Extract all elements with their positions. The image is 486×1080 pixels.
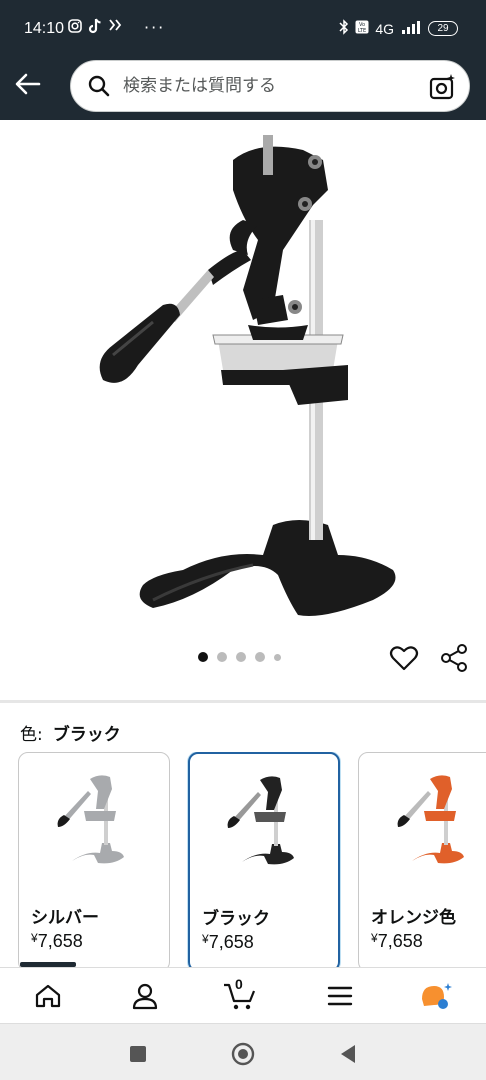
camera-search-icon[interactable] [429,73,457,101]
carousel-dot [236,652,246,662]
color-label-key: 色: [20,725,43,745]
image-carousel-indicator [198,652,281,662]
currency-symbol: ¥ [202,932,209,946]
menu-icon [327,986,353,1006]
variant-thumbnail [19,769,169,889]
section-divider [0,700,486,703]
carousel-dot [274,653,281,661]
nav-account[interactable] [125,978,165,1014]
currency-symbol: ¥ [31,931,38,945]
wishlist-button[interactable] [388,642,420,674]
app-header [0,58,486,120]
juicer-thumbnail [227,776,294,865]
volte-icon: Vo LTE [355,20,369,37]
status-time: 14:10 [24,20,65,37]
search-bar[interactable] [70,60,470,112]
variant-thumbnail [359,769,486,889]
triangle-back-icon [341,1045,355,1063]
variant-price: ¥7,658 [202,932,254,953]
price-value: 7,658 [208,932,254,952]
share-icon [441,644,467,672]
battery-icon: 29 [428,21,458,36]
variant-thumbnail [190,770,338,890]
back-system-button[interactable] [334,1040,362,1068]
svg-text:LTE: LTE [358,28,366,34]
cart-count: 0 [235,976,243,992]
account-icon [132,983,158,1010]
carousel-dot [255,652,265,662]
bottom-nav: 0 [0,967,486,1023]
search-input[interactable] [123,76,403,96]
more-notifications-icon: ··· [144,18,166,37]
back-arrow-icon [15,73,41,95]
status-bar: 14:10 ··· Vo LTE 4G 29 [0,0,486,58]
price-value: 7,658 [37,931,83,951]
app-notification-icon [108,18,122,34]
nav-rufus[interactable] [416,978,456,1014]
nav-cart[interactable]: 0 [220,976,260,1014]
color-label-value: ブラック [52,725,121,745]
color-selector-label: 色: ブラック [20,720,121,745]
variant-price: ¥7,658 [31,931,83,952]
system-nav-bar [0,1023,486,1080]
share-button[interactable] [438,642,470,674]
signal-icon [400,20,422,37]
carousel-dot [217,652,227,662]
nav-menu[interactable] [320,978,360,1014]
variant-name: ブラック [202,909,270,929]
home-icon [35,984,61,1008]
tiktok-icon [88,18,102,34]
color-variants: シルバー ¥7,658 ブラック ¥7,658 オレンジ色 ¥7,658 [18,752,486,967]
currency-symbol: ¥ [371,931,378,945]
rufus-icon [422,983,452,1009]
juicer-image [99,135,396,616]
circle-icon [231,1042,255,1066]
price-value: 7,658 [377,931,423,951]
carousel-dot [198,652,208,662]
instagram-icon [68,19,82,33]
back-button[interactable] [10,64,46,104]
juicer-thumbnail [57,775,124,864]
square-icon [130,1046,146,1062]
variant-card-silver[interactable]: シルバー ¥7,658 [18,752,170,967]
juicer-thumbnail [397,775,464,864]
home-system-button[interactable] [229,1040,257,1068]
variant-card-orange[interactable]: オレンジ色 ¥7,658 [358,752,486,967]
status-notification-icons [68,18,122,34]
search-icon [87,74,111,98]
bluetooth-icon [339,19,349,38]
variant-card-black[interactable]: ブラック ¥7,658 [188,752,340,967]
nav-home[interactable] [28,978,68,1014]
product-image[interactable] [0,120,486,640]
variant-name: オレンジ色 [371,908,456,928]
heart-icon [389,646,419,671]
variant-name: シルバー [31,908,99,928]
status-right-icons: Vo LTE 4G 29 [339,19,458,38]
network-type: 4G [375,20,394,37]
variant-price: ¥7,658 [371,931,423,952]
recent-apps-button[interactable] [124,1040,152,1068]
